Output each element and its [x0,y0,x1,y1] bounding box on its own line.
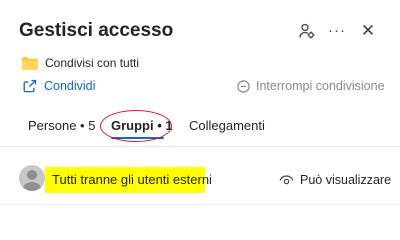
share-button[interactable]: Condividi [23,77,95,95]
shared-item-name: Condivisi con tutti [45,56,140,70]
tab-collegamenti[interactable]: Collegamenti [189,117,265,135]
permission-label: Può visualizzare [300,173,392,187]
selected-tab-indicator [111,137,164,139]
section-divider [0,146,400,147]
permission-dropdown[interactable]: Può visualizzare [279,171,391,189]
tab-gruppi[interactable]: Gruppi • 1 [111,117,173,135]
eye-icon [279,174,294,186]
folder-icon [22,56,38,70]
bottom-divider [0,204,400,205]
panel-title: Gestisci accesso [19,20,174,41]
group-name: Tutti tranne gli utenti esterni [45,167,212,193]
share-icon [23,79,37,93]
stop-sharing-button[interactable]: Interrompi condivisione [237,77,385,95]
manage-access-panel: Gestisci accesso ··· ✕ Condivisi con tut… [0,0,400,209]
tab-persone[interactable]: Persone • 5 [28,117,95,135]
shared-item: Condivisi con tutti [22,54,139,72]
stop-sharing-label: Interrompi condivisione [256,79,385,93]
people-settings-icon[interactable] [296,20,318,42]
share-label: Condividi [44,79,96,93]
close-icon[interactable]: ✕ [357,20,379,42]
stop-circle-icon [237,79,250,93]
person-avatar-icon [19,165,45,191]
more-options-icon[interactable]: ··· [326,20,348,42]
